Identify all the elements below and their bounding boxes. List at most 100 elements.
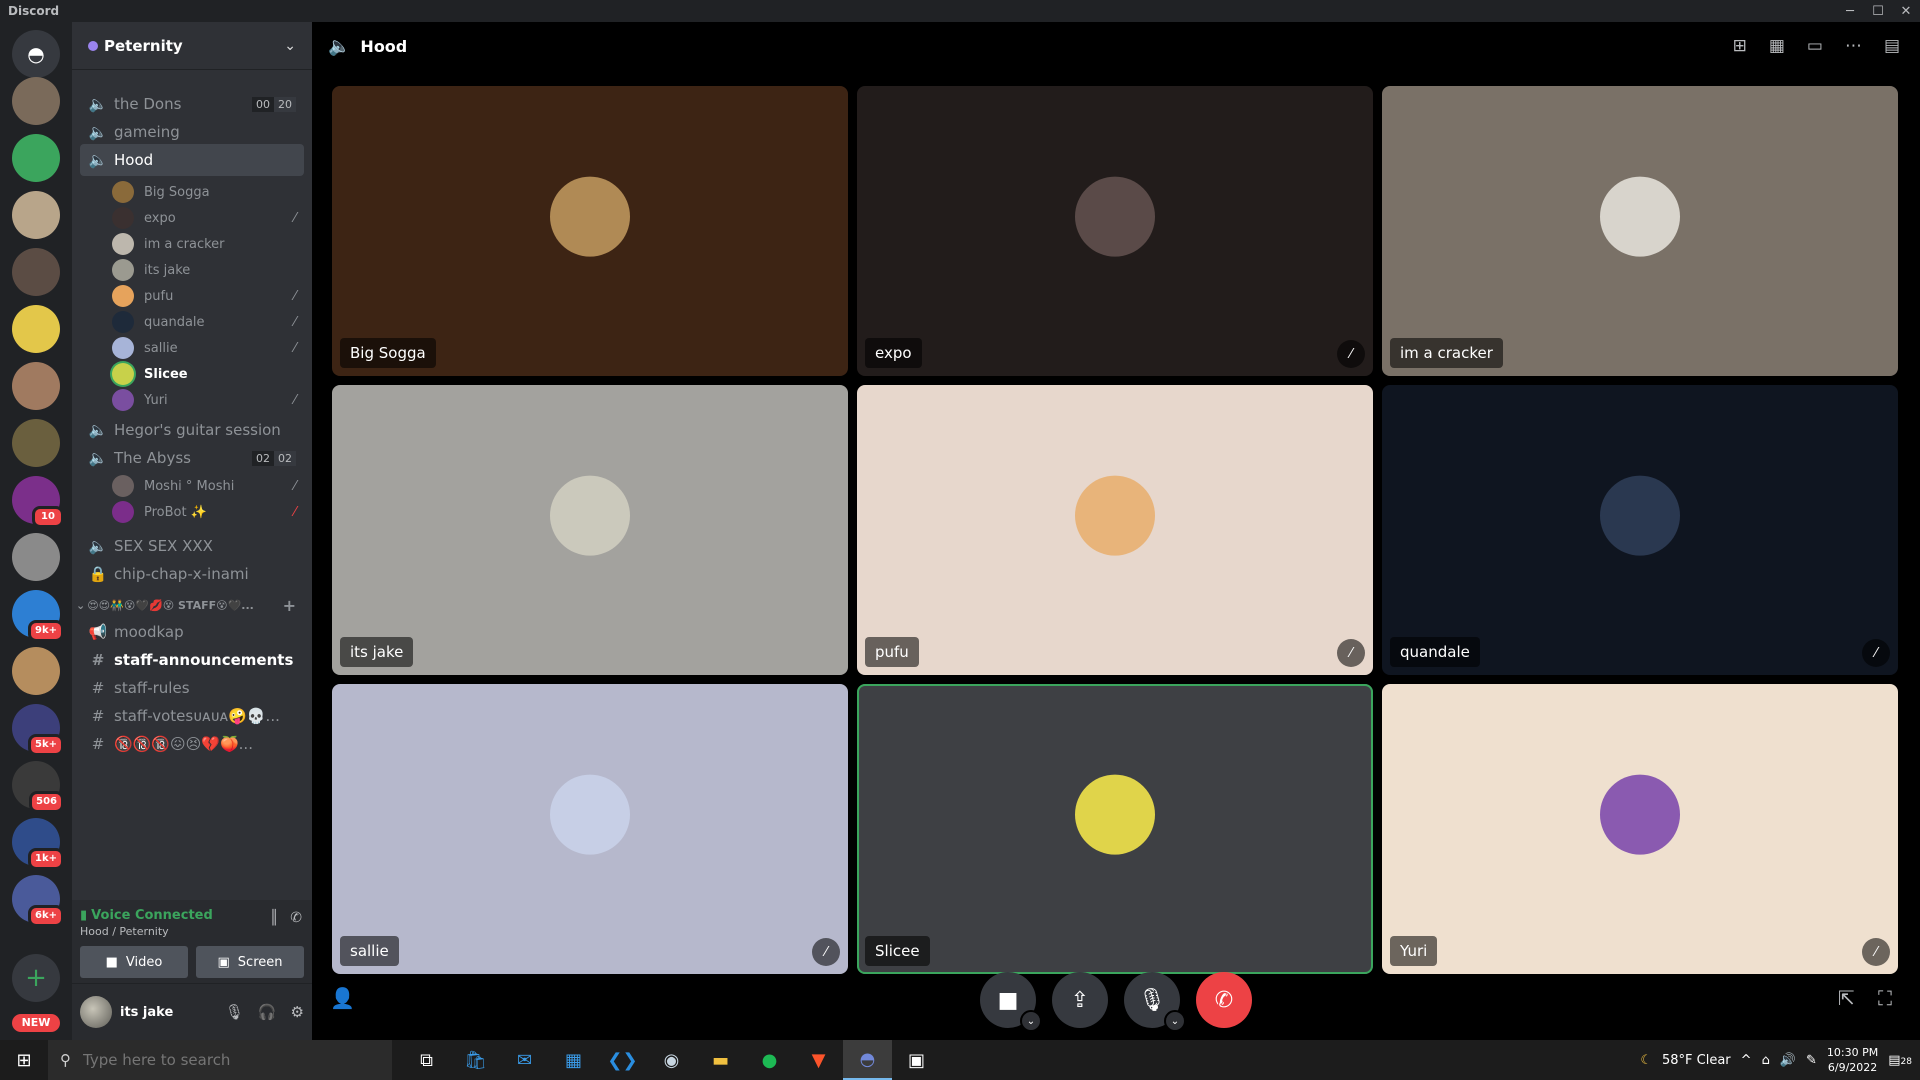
close-icon[interactable]: ✕ <box>1892 0 1920 22</box>
voice-user[interactable]: Yuri ⁄ <box>112 386 304 414</box>
server-icon[interactable] <box>12 533 60 581</box>
chat-icon[interactable]: ▤ <box>1884 36 1900 56</box>
voice-user[interactable]: ProBot ✨ ⁄ <box>112 498 304 526</box>
windows-start-icon[interactable]: ⊞ <box>0 1050 48 1071</box>
add-server-button[interactable]: + <box>12 954 60 1002</box>
voice-user[interactable]: sallie ⁄ <box>112 334 304 362</box>
channel-chip-chap[interactable]: 🔒 chip-chap-x-inami <box>80 558 304 590</box>
channel-the-abyss[interactable]: 🔈 The Abyss 02 02 <box>80 442 304 474</box>
muted-mic-icon: ⁄ <box>293 504 296 520</box>
mute-button[interactable]: 🎙 ⌄ <box>1124 972 1186 1032</box>
maximize-icon[interactable]: ☐ <box>1864 0 1892 22</box>
voice-user-name: quandale <box>144 314 205 330</box>
focus-layout-icon[interactable]: ▭ <box>1807 36 1823 56</box>
server-avatar <box>12 647 60 695</box>
network-icon[interactable]: ⌂ <box>1762 1053 1770 1068</box>
server-icon[interactable] <box>12 362 60 410</box>
server-icon[interactable] <box>12 647 60 695</box>
participant-tile[interactable]: sallie ⁄ <box>332 684 848 974</box>
participant-tile[interactable]: expo ⁄ <box>857 86 1373 376</box>
participant-tile[interactable]: Yuri ⁄ <box>1382 684 1898 974</box>
server-icon[interactable]: 10 <box>12 476 64 528</box>
server-icon[interactable] <box>12 248 60 296</box>
pen-icon[interactable]: ✎ <box>1806 1053 1817 1068</box>
voice-user[interactable]: Moshi ° Moshi ⁄ <box>112 472 304 500</box>
guild-header[interactable]: Peternity ⌄ <box>72 22 312 70</box>
voice-location[interactable]: Hood / Peternity <box>80 925 304 938</box>
disconnect-button[interactable]: ✆ <box>1196 972 1252 1028</box>
create-channel-icon[interactable]: + <box>283 596 296 615</box>
screen-share-button[interactable]: ▣ Screen <box>196 946 304 978</box>
share-screen-button[interactable]: ⇪ <box>1052 972 1108 1028</box>
popout-icon[interactable]: ⇱ <box>1838 986 1855 1010</box>
camera-button[interactable]: ■ ⌄ <box>980 972 1042 1032</box>
server-icon[interactable] <box>12 305 60 353</box>
chevron-down-icon[interactable]: ⌄ <box>1164 1010 1186 1032</box>
file-explorer-icon[interactable]: ▬ <box>696 1040 745 1080</box>
server-icon[interactable] <box>12 134 60 182</box>
volume-icon[interactable]: 🔊 <box>1780 1053 1796 1068</box>
username[interactable]: its jake <box>120 1005 173 1020</box>
server-icon[interactable] <box>12 419 60 467</box>
weather-text[interactable]: 58°F Clear <box>1662 1053 1731 1068</box>
voice-user[interactable]: Slicee <box>112 360 304 388</box>
server-icon[interactable]: 9k+ <box>12 590 64 642</box>
participant-tile[interactable]: im a cracker <box>1382 86 1898 376</box>
discord-home-button[interactable]: ◓ <box>12 30 60 78</box>
grid-layout-icon[interactable]: ▦ <box>1769 36 1785 56</box>
voice-user[interactable]: pufu ⁄ <box>112 282 304 310</box>
participant-tile[interactable]: quandale ⁄ <box>1382 385 1898 675</box>
steam-icon[interactable]: ◉ <box>647 1040 696 1080</box>
calendar-icon[interactable]: ▦ <box>549 1040 598 1080</box>
user-panel: its jake 🎙 🎧 ⚙ <box>72 984 312 1040</box>
server-icon[interactable]: 6k+ <box>12 875 64 927</box>
taskbar-search[interactable]: ⚲ <box>48 1040 392 1080</box>
noise-suppression-icon[interactable]: ║ <box>270 910 278 926</box>
participant-tile[interactable]: Slicee <box>857 684 1373 974</box>
voice-user[interactable]: its jake <box>112 256 304 284</box>
avatar <box>112 233 134 255</box>
window-icon[interactable]: ▣ <box>892 1040 941 1080</box>
fullscreen-icon[interactable]: ⛶ <box>1878 986 1892 1010</box>
voice-user[interactable]: quandale ⁄ <box>112 308 304 336</box>
server-icon[interactable]: 5k+ <box>12 704 64 756</box>
microphone-icon[interactable]: 🎙 <box>225 1003 244 1021</box>
category-staff[interactable]: ⌄ 😍😍👬😵🖤💋😵 STAFF😵🖤... + <box>76 596 308 615</box>
more-icon[interactable]: ⋯ <box>1845 36 1862 56</box>
voice-user[interactable]: im a cracker <box>112 230 304 258</box>
server-icon[interactable]: 1k+ <box>12 818 64 870</box>
server-icon[interactable]: 506 <box>12 761 64 813</box>
clock[interactable]: 10:30 PM 6/9/2022 <box>1827 1045 1878 1075</box>
discord-taskbar-icon[interactable]: ◓ <box>843 1040 892 1080</box>
video-button[interactable]: ■ Video <box>80 946 188 978</box>
new-badge[interactable]: NEW <box>12 1014 60 1032</box>
notification-icon[interactable]: ▤28 <box>1888 1053 1912 1068</box>
participant-tile[interactable]: Big Sogga <box>332 86 848 376</box>
minimize-icon[interactable]: ─ <box>1836 0 1864 22</box>
search-input[interactable] <box>83 1051 323 1069</box>
spotify-icon[interactable]: ● <box>745 1040 794 1080</box>
task-view-icon[interactable]: ⧉ <box>402 1040 451 1080</box>
participant-tile[interactable]: its jake <box>332 385 848 675</box>
invite-icon[interactable]: 👤 <box>330 986 355 1010</box>
avatar[interactable] <box>80 996 112 1028</box>
chevron-down-icon[interactable]: ⌄ <box>1020 1010 1042 1032</box>
disconnect-icon[interactable]: ✆ <box>290 910 302 926</box>
mail-icon[interactable]: ✉ <box>500 1040 549 1080</box>
server-icon[interactable] <box>12 77 60 125</box>
time: 10:30 PM <box>1826 1046 1879 1059</box>
chevron-up-icon[interactable]: ^ <box>1741 1053 1752 1068</box>
gear-icon[interactable]: ⚙ <box>291 1003 304 1021</box>
chevron-down-icon: ⌄ <box>284 37 296 54</box>
server-icon[interactable] <box>12 191 60 239</box>
channel-hood[interactable]: 🔈 Hood <box>80 144 304 176</box>
add-activity-icon[interactable]: ⊞ <box>1733 36 1747 56</box>
vscode-icon[interactable]: ❮❯ <box>598 1040 647 1080</box>
brave-icon[interactable]: ▼ <box>794 1040 843 1080</box>
voice-user[interactable]: expo ⁄ <box>112 204 304 232</box>
store-icon[interactable]: 🛍 <box>451 1040 500 1080</box>
participant-tile[interactable]: pufu ⁄ <box>857 385 1373 675</box>
headphones-icon[interactable]: 🎧 <box>258 1003 277 1021</box>
channel-emoji[interactable]: # 🔞🔞🔞😖😣💔🍑... <box>80 728 304 760</box>
voice-user[interactable]: Big Sogga <box>112 178 304 206</box>
